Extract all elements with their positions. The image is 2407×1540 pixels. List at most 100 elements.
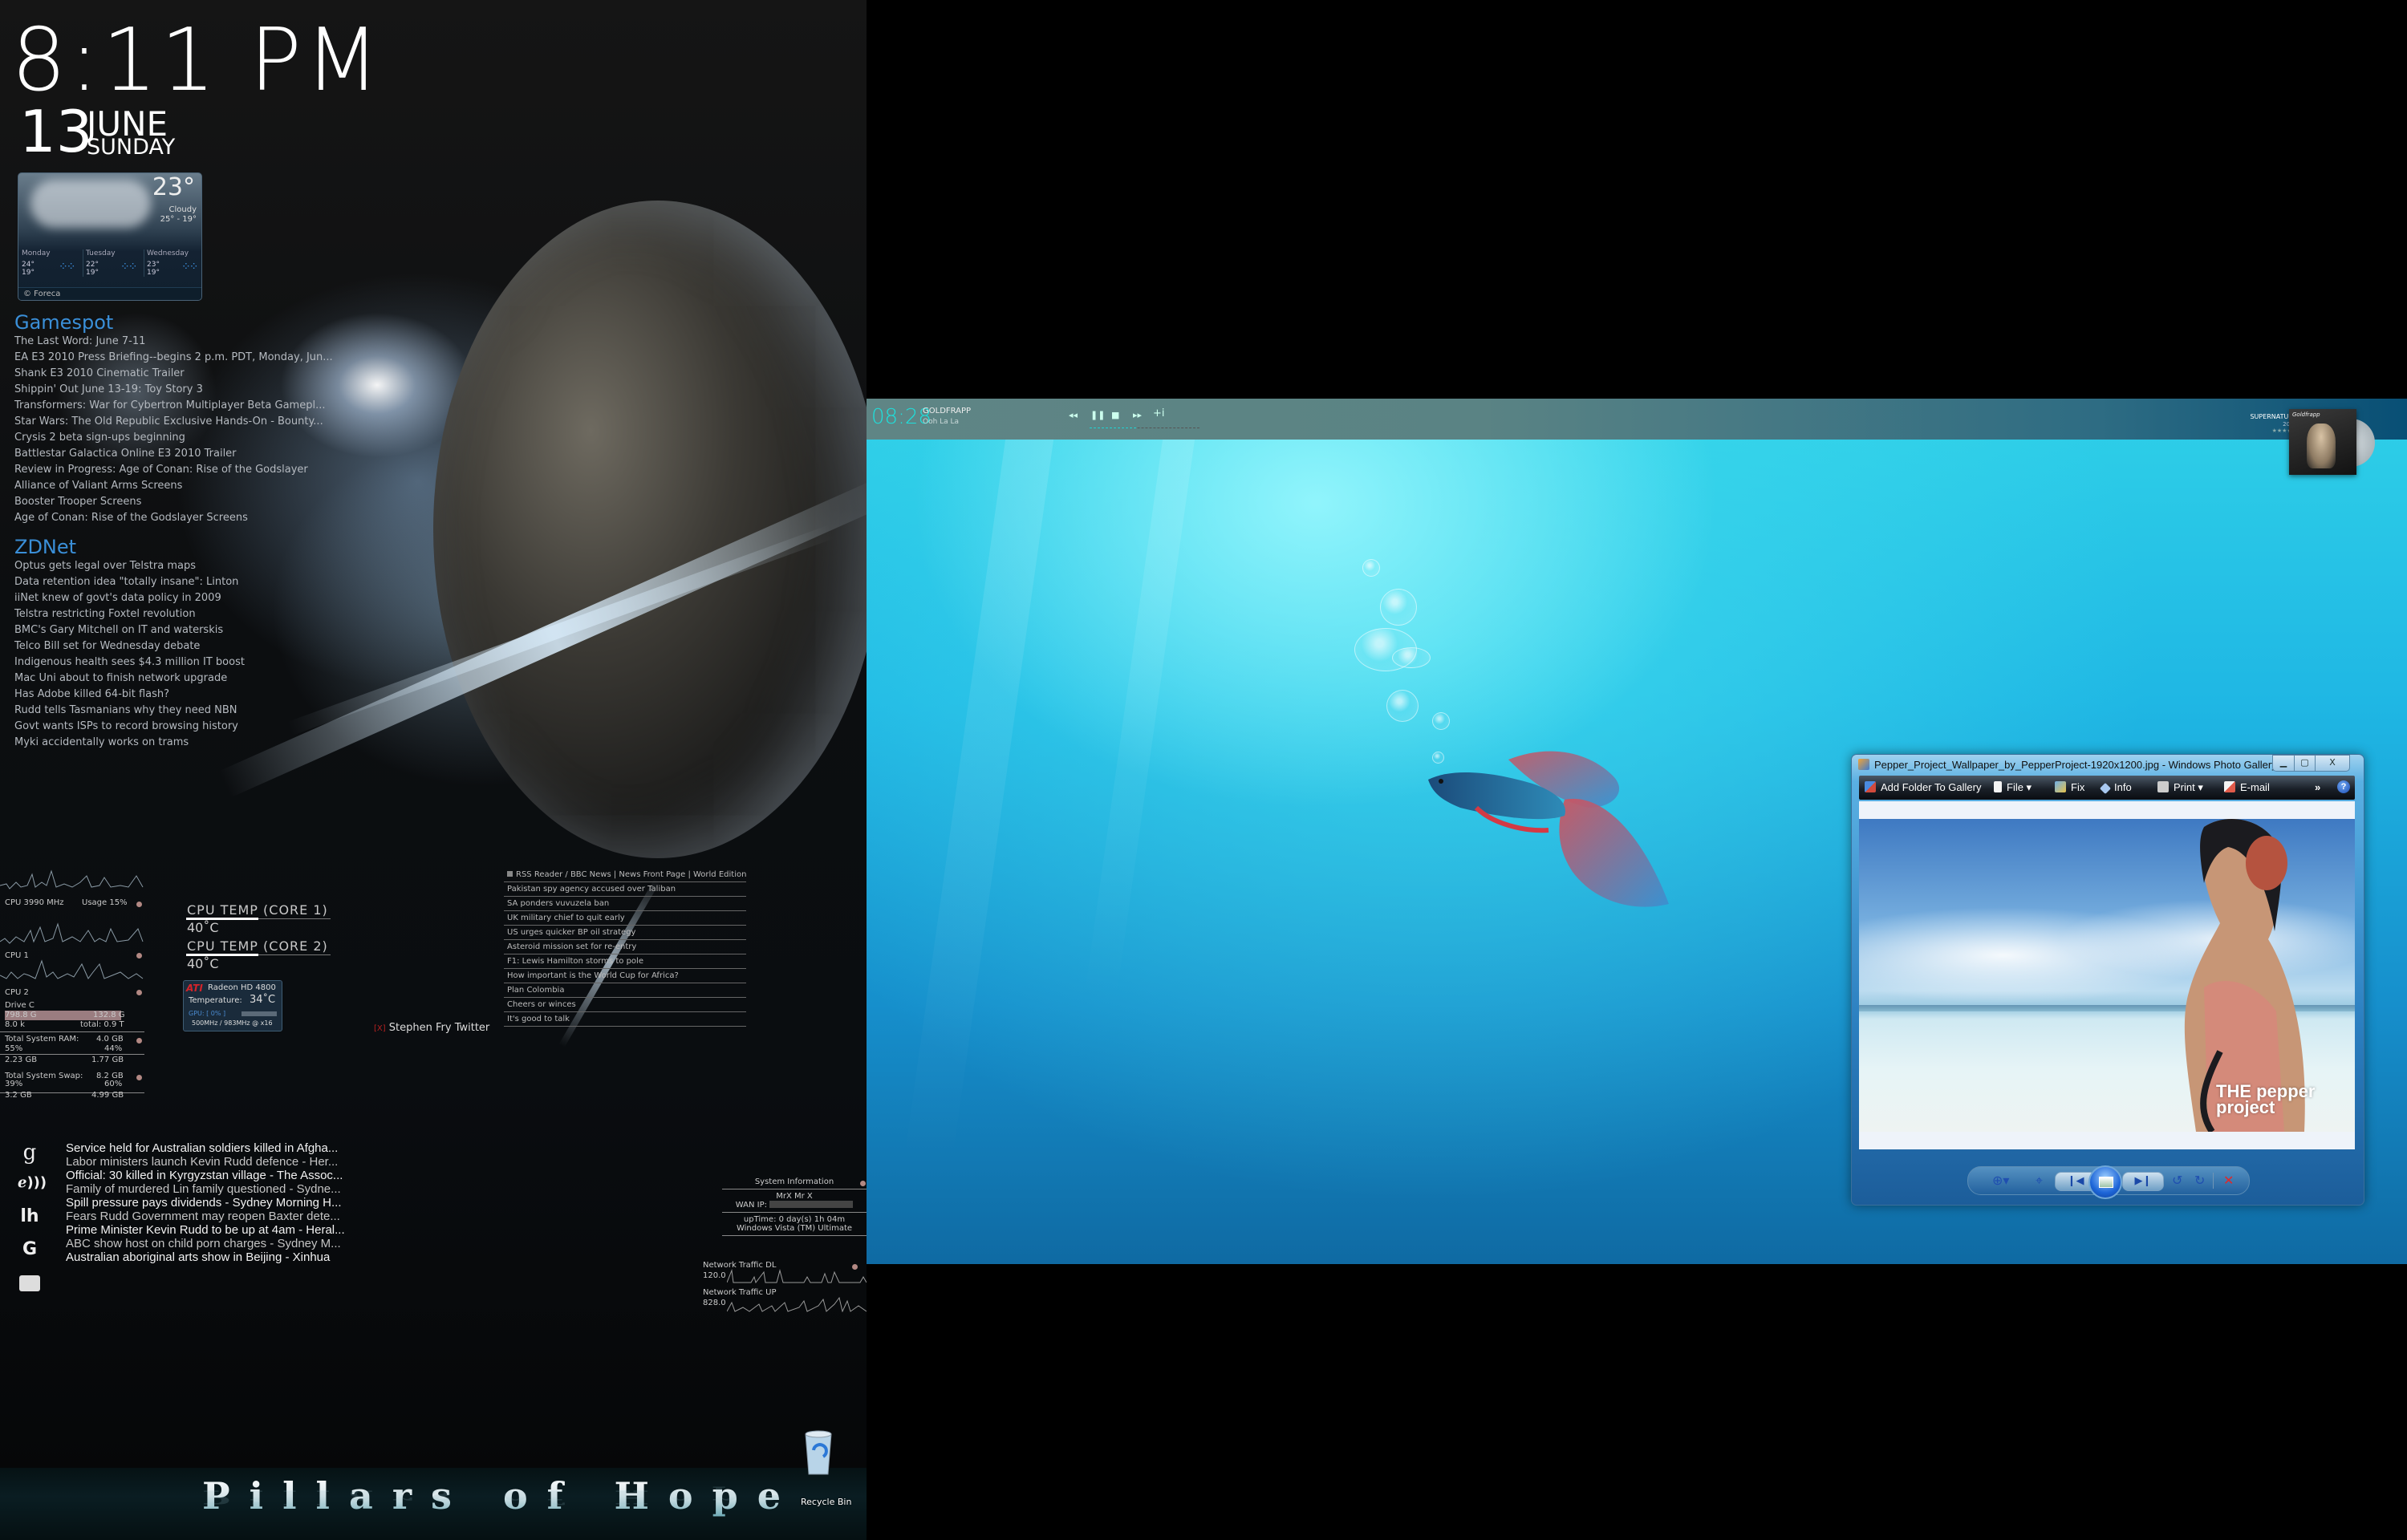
- news-headline-link[interactable]: ABC show host on child porn charges - Sy…: [66, 1237, 345, 1250]
- feed-item-link[interactable]: The Last Word: June 7-11: [14, 334, 333, 350]
- feed-item-link[interactable]: Alliance of Valiant Arms Screens: [14, 478, 333, 494]
- news-headline-link[interactable]: Fears Rudd Government may reopen Baxter …: [66, 1210, 345, 1223]
- next-button[interactable]: ▶❙: [2122, 1172, 2164, 1191]
- stop-button[interactable]: ■: [1111, 410, 1119, 420]
- rotate-counterclockwise-button[interactable]: ↺: [2172, 1173, 2182, 1188]
- rss-headline-link[interactable]: Asteroid mission set for re-entry: [504, 940, 746, 954]
- status-dot[interactable]: [136, 1075, 142, 1080]
- actual-size-button[interactable]: ⌖: [2036, 1173, 2043, 1189]
- feed-item-link[interactable]: Star Wars: The Old Republic Exclusive Ha…: [14, 414, 333, 430]
- feed-item-link[interactable]: Myki accidentally works on trams: [14, 735, 245, 751]
- feed-item-link[interactable]: Data retention idea "totally insane": Li…: [14, 574, 245, 590]
- feed-item-link[interactable]: Transformers: War for Cybertron Multipla…: [14, 398, 333, 414]
- rss-headline-link[interactable]: US urges quicker BP oil strategy: [504, 926, 746, 940]
- feed-item-link[interactable]: iiNet knew of govt's data policy in 2009: [14, 590, 245, 606]
- feed-item-link[interactable]: Mac Uni about to finish network upgrade: [14, 671, 245, 687]
- rss-feed-icon[interactable]: ℯ))): [18, 1174, 47, 1191]
- recycle-bin-icon[interactable]: [802, 1429, 834, 1476]
- rain-icon: ⁘⁘: [59, 261, 76, 274]
- zoom-button[interactable]: ⊕▾: [1992, 1173, 2009, 1188]
- swap-free: 4.99 GB: [91, 1091, 124, 1100]
- feed-item-link[interactable]: Optus gets legal over Telstra maps: [14, 558, 245, 574]
- file-menu-button[interactable]: File ▾: [1994, 781, 2032, 794]
- news-headline-link[interactable]: Official: 30 killed in Kyrgyzstan villag…: [66, 1169, 345, 1182]
- status-dot[interactable]: [860, 1181, 866, 1186]
- album-rating[interactable]: ★★★★★: [2233, 428, 2297, 434]
- rss-headline-link[interactable]: How important is the World Cup for Afric…: [504, 969, 746, 983]
- rain-icon: ⁘⁘: [181, 261, 199, 274]
- feed-item-link[interactable]: Telstra restricting Foxtel revolution: [14, 606, 245, 622]
- rss-headline-link[interactable]: It's good to talk: [504, 1012, 746, 1027]
- rss-headline-link[interactable]: Cheers or winces: [504, 998, 746, 1012]
- forecast-day: Tuesday 22° 19° ⁘⁘: [83, 249, 147, 277]
- sysinfo-wan: WAN IP:: [722, 1201, 867, 1210]
- feed-item-link[interactable]: Indigenous health sees $4.3 million IT b…: [14, 654, 245, 671]
- info-tag-icon: [2099, 782, 2112, 795]
- weather-credit-link[interactable]: © Foreca: [18, 287, 201, 300]
- gizmodo-icon[interactable]: G: [18, 1239, 42, 1259]
- pause-button[interactable]: ❚❚: [1090, 410, 1105, 420]
- feed-item-link[interactable]: Review in Progress: Age of Conan: Rise o…: [14, 462, 333, 478]
- minimize-button[interactable]: ▁: [2272, 755, 2295, 772]
- recycle-bin-label[interactable]: Recycle Bin: [801, 1497, 851, 1507]
- google-icon[interactable]: g: [18, 1141, 42, 1165]
- news-headline-link[interactable]: Family of murdered Lin family questioned…: [66, 1182, 345, 1196]
- status-dot[interactable]: [136, 1038, 142, 1044]
- gpu-monitor-gadget: ATI Radeon HD 4800 Temperature: 34˚C GPU…: [183, 980, 282, 1031]
- rss-feed-gamespot: Gamespot The Last Word: June 7-11 EA E3 2…: [14, 311, 333, 526]
- rss-headline-link[interactable]: F1: Lewis Hamilton storms to pole: [504, 954, 746, 969]
- feed-title[interactable]: ZDNet: [14, 536, 245, 558]
- feed-item-link[interactable]: Rudd tells Tasmanians why they need NBN: [14, 703, 245, 719]
- help-button[interactable]: ?: [2337, 780, 2350, 793]
- rss-headline-link[interactable]: Plan Colombia: [504, 983, 746, 998]
- email-button[interactable]: E-mail: [2224, 781, 2270, 793]
- feed-title[interactable]: Gamespot: [14, 311, 333, 334]
- delete-button[interactable]: ✕: [2223, 1173, 2234, 1188]
- rss-headline-link[interactable]: SA ponders vuvuzela ban: [504, 897, 746, 911]
- feed-item-link[interactable]: Telco Bill set for Wednesday debate: [14, 638, 245, 654]
- news-headline-link[interactable]: Labor ministers launch Kevin Rudd defenc…: [66, 1155, 345, 1169]
- feed-item-link[interactable]: Has Adobe killed 64-bit flash?: [14, 687, 245, 703]
- status-dot[interactable]: [136, 990, 142, 995]
- add-folder-to-gallery-button[interactable]: Add Folder To Gallery: [1865, 781, 1982, 793]
- rss-headline-link[interactable]: Pakistan spy agency accused over Taliban: [504, 882, 746, 897]
- monitor-graph-icon[interactable]: [19, 1275, 40, 1291]
- weather-gadget[interactable]: 23° Cloudy 25° - 19° Monday 24° 19° ⁘⁘ T…: [18, 172, 202, 301]
- play-slideshow-button[interactable]: [2088, 1165, 2122, 1199]
- displayed-photo[interactable]: THE pepper project: [1859, 819, 2355, 1132]
- news-headline-link[interactable]: Spill pressure pays dividends - Sydney M…: [66, 1196, 345, 1210]
- info-button[interactable]: Info: [2099, 781, 2132, 795]
- fast-forward-button[interactable]: ▸▸: [1133, 410, 1142, 420]
- info-button[interactable]: +i: [1153, 407, 1165, 419]
- feed-item-link[interactable]: Shippin' Out June 13-19: Toy Story 3: [14, 382, 333, 398]
- feed-item-link[interactable]: EA E3 2010 Press Briefing--begins 2 p.m.…: [14, 350, 333, 366]
- feed-item-link[interactable]: BMC's Gary Mitchell on IT and waterskis: [14, 622, 245, 638]
- news-headline-link[interactable]: Australian aboriginal arts show in Beiji…: [66, 1250, 345, 1264]
- rotate-clockwise-button[interactable]: ↻: [2194, 1173, 2205, 1188]
- rss-headline-link[interactable]: UK military chief to quit early: [504, 911, 746, 926]
- album-cover-art[interactable]: Goldfrapp: [2289, 409, 2356, 475]
- fix-button[interactable]: Fix: [2055, 781, 2084, 793]
- news-headline-link[interactable]: Prime Minister Kevin Rudd to be up at 4a…: [66, 1223, 345, 1237]
- toolbar-overflow-button[interactable]: »: [2315, 781, 2320, 793]
- gpu-clocks: 500MHz / 983MHz @ x16: [192, 1019, 273, 1027]
- print-menu-button[interactable]: Print ▾: [2157, 781, 2203, 794]
- sysinfo-user: MrX Mr X: [776, 1192, 813, 1201]
- ram-total: 4.0 GB: [96, 1035, 124, 1044]
- lifehacker-icon[interactable]: lh: [18, 1206, 42, 1226]
- feed-item-link[interactable]: Govt wants ISPs to record browsing histo…: [14, 719, 245, 735]
- divider: [0, 1031, 144, 1032]
- twitter-close-button[interactable]: [X]: [374, 1024, 386, 1033]
- wan-ip-redacted: [769, 1201, 854, 1208]
- twitter-label[interactable]: Stephen Fry Twitter: [389, 1022, 489, 1034]
- feed-item-link[interactable]: Booster Trooper Screens: [14, 494, 333, 510]
- feed-item-link[interactable]: Shank E3 2010 Cinematic Trailer: [14, 366, 333, 382]
- news-headline-link[interactable]: Service held for Australian soldiers kil…: [66, 1141, 345, 1155]
- rewind-button[interactable]: ◂◂: [1069, 410, 1078, 420]
- maximize-button[interactable]: ▢: [2294, 755, 2316, 772]
- feed-item-link[interactable]: Crysis 2 beta sign-ups beginning: [14, 430, 333, 446]
- status-dot[interactable]: [136, 902, 142, 907]
- feed-item-link[interactable]: Battlestar Galactica Online E3 2010 Trai…: [14, 446, 333, 462]
- feed-item-link[interactable]: Age of Conan: Rise of the Godslayer Scre…: [14, 510, 333, 526]
- close-button[interactable]: X: [2315, 755, 2350, 772]
